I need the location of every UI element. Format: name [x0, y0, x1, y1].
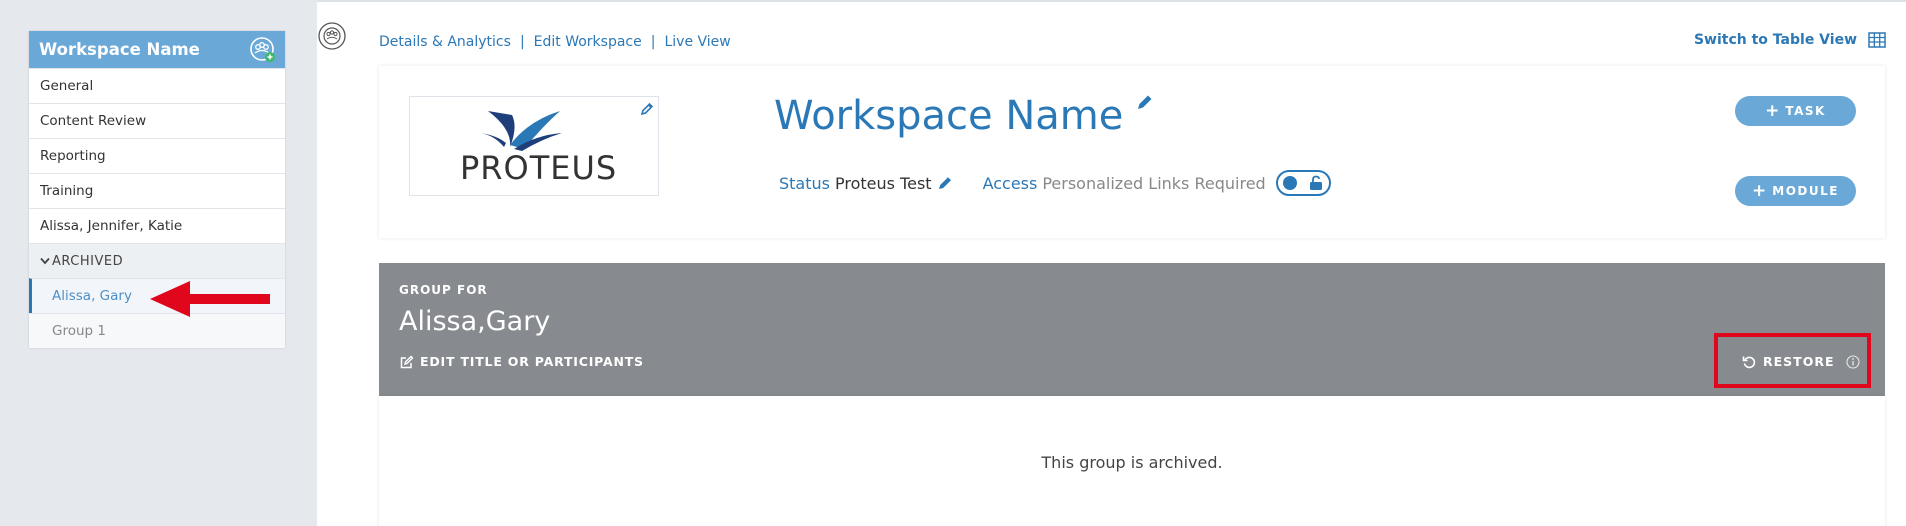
workspace-header: Workspace Name [29, 31, 285, 68]
chevron-down-icon [40, 257, 50, 265]
workspace-title: Workspace Name [39, 40, 200, 59]
group-for-heading: GROUP FOR [399, 283, 488, 297]
switch-to-table-view-link[interactable]: Switch to Table View [1694, 32, 1886, 48]
edit-workspace-link[interactable]: Edit Workspace [534, 34, 642, 50]
group-header-band: GROUP FOR Alissa,Gary EDIT TITLE OR PART… [379, 263, 1885, 396]
sidebar-item-label: Content Review [40, 113, 147, 129]
add-group-icon[interactable] [249, 36, 277, 64]
status-label: Status [779, 173, 830, 193]
module-button-label: MODULE [1772, 184, 1839, 198]
add-task-button[interactable]: + TASK [1735, 96, 1856, 126]
task-button-label: TASK [1785, 104, 1826, 118]
nav-separator: | [519, 34, 525, 50]
sidebar-item-reporting[interactable]: Reporting [29, 138, 285, 173]
live-view-link[interactable]: Live View [664, 34, 730, 50]
top-divider [317, 0, 1906, 2]
plus-icon: + [1765, 101, 1780, 121]
group-name-title: Alissa,Gary [399, 306, 551, 337]
sidebar-item-label: Group 1 [52, 323, 106, 339]
sidebar-item-label: Training [40, 183, 94, 199]
proteus-wing-icon [480, 111, 562, 151]
sidebar-item-training[interactable]: Training [29, 173, 285, 208]
archived-label: ARCHIVED [52, 253, 124, 269]
status-value: Proteus Test [834, 173, 932, 193]
info-icon[interactable] [1846, 354, 1861, 369]
sidebar-item-label: Alissa, Gary [52, 288, 132, 304]
unlock-icon [1309, 175, 1322, 190]
sidebar-item-alissa-jennifer-katie[interactable]: Alissa, Jennifer, Katie [29, 208, 285, 243]
archived-message: This group is archived. [1041, 453, 1223, 472]
archived-section-toggle[interactable]: ARCHIVED [29, 243, 285, 278]
access-toggle[interactable] [1275, 170, 1331, 196]
collapse-sidebar-icon[interactable] [317, 21, 347, 51]
restore-icon [1742, 356, 1756, 368]
annotation-arrow-icon [150, 281, 270, 317]
edit-title-label: EDIT TITLE OR PARTICIPANTS [420, 354, 644, 369]
workspace-logo[interactable]: PROTEUS [409, 96, 659, 196]
restore-label: RESTORE [1763, 354, 1835, 369]
group-content-card: This group is archived. [379, 396, 1885, 526]
sidebar-item-content-review[interactable]: Content Review [29, 103, 285, 138]
edit-square-icon [400, 355, 414, 368]
workspace-status-row: Status Proteus Test Access Personalized … [779, 170, 1331, 196]
access-value: Personalized Links Required [1042, 173, 1266, 193]
workspace-name-title: Workspace Name [774, 93, 1124, 139]
table-grid-icon [1868, 32, 1886, 48]
details-analytics-link[interactable]: Details & Analytics [379, 34, 511, 50]
nav-separator: | [650, 34, 656, 50]
add-module-button[interactable]: + MODULE [1735, 176, 1856, 206]
plus-icon: + [1752, 181, 1767, 201]
toggle-knob [1282, 176, 1297, 190]
logo-text: PROTEUS [460, 149, 618, 187]
sidebar-item-label: Reporting [40, 148, 106, 164]
edit-status-pencil-icon[interactable] [937, 175, 953, 191]
edit-name-pencil-icon[interactable] [1136, 93, 1154, 111]
sidebar-item-label: General [40, 78, 94, 94]
edit-logo-pencil-icon[interactable] [640, 102, 654, 116]
workspace-top-nav: Details & Analytics | Edit Workspace | L… [379, 34, 731, 50]
access-label: Access [982, 173, 1038, 193]
sidebar-item-general[interactable]: General [29, 68, 285, 103]
edit-title-participants-button[interactable]: EDIT TITLE OR PARTICIPANTS [400, 354, 644, 369]
sidebar-archived-item-group-1[interactable]: Group 1 [29, 313, 285, 348]
restore-button[interactable]: RESTORE [1742, 354, 1861, 369]
sidebar-item-label: Alissa, Jennifer, Katie [40, 218, 183, 234]
workspace-info-card: PROTEUS Workspace Name Status Proteus Te… [379, 66, 1885, 238]
switch-view-label: Switch to Table View [1693, 32, 1857, 48]
